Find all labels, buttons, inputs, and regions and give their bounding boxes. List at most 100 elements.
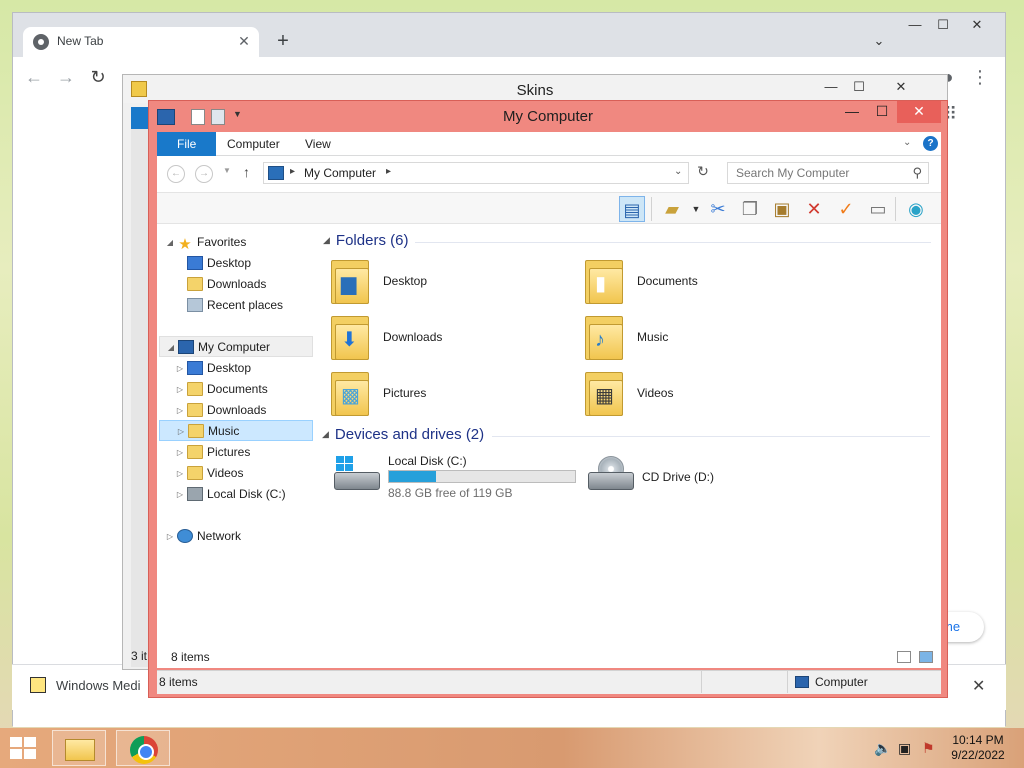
chrome-download-bar-close-icon[interactable]: ✕ [972,676,985,696]
chrome-maximize-button[interactable]: ☐ [929,17,957,33]
downloads-folder-icon [187,277,203,291]
chrome-reload-icon[interactable]: ↻ [87,67,109,87]
taskbar-clock[interactable]: 10:14 PM 9/22/2022 [944,733,1012,763]
large-icons-view-icon[interactable] [919,651,933,663]
chrome-minimize-button[interactable]: — [901,17,929,32]
explorer-close-button[interactable]: ✕ [897,101,941,123]
tab-file[interactable]: File [157,132,217,156]
up-icon[interactable]: ↑ [243,164,250,180]
cut-icon[interactable]: ✂ [705,196,731,222]
nav-favorites-desktop[interactable]: Desktop [185,253,251,274]
taskbar-chrome[interactable] [116,730,170,766]
address-separator-icon[interactable]: ▸ [290,166,295,177]
skins-maximize-button[interactable]: ☐ [845,79,873,95]
address-dropdown-icon[interactable]: ⌄ [674,166,682,177]
nav-computer-videos[interactable]: ▷ Videos [175,463,243,484]
skins-close-button[interactable]: ✕ [879,79,923,95]
nav-network[interactable]: ▷ Network [165,526,241,547]
forward-icon[interactable]: → [195,165,213,183]
nav-computer-documents[interactable]: ▷ Documents [175,379,268,400]
collapse-arrow-icon[interactable]: ◢ [323,235,330,245]
chrome-back-icon[interactable]: ← [23,67,45,87]
drive-cd-d[interactable]: CD Drive (D:) [586,452,826,504]
nav-computer-music[interactable]: ▷ Music [159,420,313,441]
nav-favorites-downloads[interactable]: Downloads [185,274,266,295]
volume-icon[interactable]: 🔈 [874,740,891,757]
skins-minimize-button[interactable]: — [817,79,845,94]
chrome-tab-close-icon[interactable]: ✕ [235,32,253,50]
explorer-maximize-button[interactable]: ☐ [867,101,897,123]
recent-locations-dropdown-icon[interactable]: ▼ [223,166,231,175]
ribbon-expand-icon[interactable]: ⌄ [903,137,911,148]
explorer-minimize-button[interactable]: — [837,101,867,123]
folder-label: Videos [637,386,674,400]
address-bar[interactable]: ▸ My Computer ▸ ⌄ [263,162,689,184]
address-separator-icon[interactable]: ▸ [386,166,391,177]
nav-computer-desktop[interactable]: ▷ Desktop [175,358,251,379]
preview-pane-button[interactable]: ▤ [619,196,645,222]
folder-label: Documents [637,274,698,288]
start-button[interactable] [10,737,38,759]
expand-arrow-icon[interactable]: ▷ [175,484,185,505]
chrome-favicon-icon [33,34,49,50]
nav-my-computer[interactable]: ◢ My Computer [159,336,313,357]
rename-icon[interactable]: ▭ [865,196,891,222]
folder-music[interactable]: ♪ Music [581,314,821,366]
collapse-arrow-icon[interactable]: ◢ [165,232,175,253]
expand-arrow-icon[interactable]: ▷ [165,526,175,547]
status-divider [787,671,788,693]
drive-usage-bar [388,470,576,483]
folder-downloads[interactable]: ⬇ Downloads [327,314,567,366]
skin-shell-icon[interactable]: ◉ [903,196,929,222]
back-icon[interactable]: ← [167,165,185,183]
nav-computer-pictures[interactable]: ▷ Pictures [175,442,250,463]
chrome-close-button[interactable]: ✕ [963,17,991,33]
nav-computer-downloads[interactable]: ▷ Downloads [175,400,266,421]
expand-arrow-icon[interactable]: ▷ [175,379,185,400]
expand-arrow-icon[interactable]: ▷ [176,421,186,442]
delete-icon[interactable]: ✕ [801,196,827,222]
network-icon [177,529,193,543]
folder-desktop[interactable]: ▆ Desktop [327,258,567,310]
expand-arrow-icon[interactable]: ▷ [175,463,185,484]
refresh-icon[interactable]: ↻ [693,163,713,183]
folder-documents[interactable]: ▮ Documents [581,258,821,310]
chrome-tab-new-tab[interactable]: New Tab ✕ [23,27,259,57]
drive-local-disk-c[interactable]: Local Disk (C:) 88.8 GB free of 119 GB [332,452,582,504]
nav-item-label: Documents [207,382,268,396]
folder-pictures[interactable]: ▩ Pictures [327,370,567,422]
tab-view[interactable]: View [291,132,345,156]
help-icon[interactable]: ? [923,136,938,151]
nav-computer-local-disk[interactable]: ▷ Local Disk (C:) [175,484,286,505]
nav-item-label: Videos [207,466,244,480]
check-icon[interactable]: ✓ [833,196,859,222]
folders-group-header[interactable]: ◢ Folders (6) [323,232,408,252]
address-computer-icon [268,166,284,180]
explorer-title: My Computer [502,108,594,125]
expand-arrow-icon[interactable]: ▷ [175,442,185,463]
chrome-tab-search-icon[interactable]: ⌄ [865,33,893,49]
paste-icon[interactable]: ▣ [769,196,795,222]
tab-computer[interactable]: Computer [213,132,294,156]
collapse-arrow-icon[interactable]: ◢ [322,429,329,439]
folder-videos[interactable]: ▦ Videos [581,370,821,422]
devices-group-title-row[interactable]: ◢ Devices and drives (2) [322,426,484,446]
action-center-icon[interactable]: ⚑ [922,740,935,757]
chrome-forward-icon[interactable]: → [55,67,77,87]
organize-folder-icon[interactable]: ▰ [659,196,685,222]
details-view-icon[interactable] [897,651,911,663]
copy-icon[interactable]: ❐ [737,196,763,222]
expand-arrow-icon[interactable]: ▷ [175,358,185,379]
videos-folder-icon: ▦ [581,370,627,418]
collapse-arrow-icon[interactable]: ◢ [166,337,176,358]
nav-favorites[interactable]: ◢ ★ Favorites [165,232,246,253]
nav-favorites-recent-places[interactable]: Recent places [185,295,283,316]
expand-arrow-icon[interactable]: ▷ [175,400,185,421]
chrome-menu-icon[interactable]: ⋮ [969,67,991,87]
chrome-new-tab-button[interactable]: + [271,30,295,54]
taskbar-file-explorer[interactable] [52,730,106,766]
address-path[interactable]: My Computer [304,166,376,180]
folders-group-title: Folders (6) [335,232,409,249]
network-tray-icon[interactable]: ▣ [898,740,911,757]
search-input[interactable]: Search My Computer ⚲ [727,162,929,184]
